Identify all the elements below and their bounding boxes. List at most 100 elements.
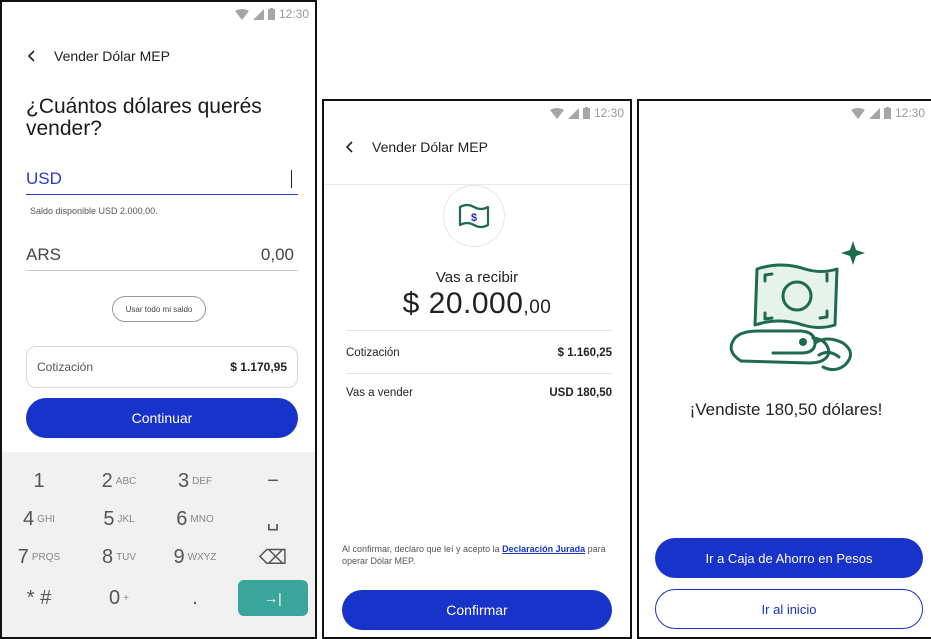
- success-message: ¡Vendiste 180,50 dólares!: [689, 400, 883, 419]
- use-all-balance-button[interactable]: Usar todo mi saldo: [112, 296, 206, 322]
- banknote-icon: $: [458, 203, 490, 229]
- usd-currency-label: USD: [26, 169, 62, 188]
- receive-amount: $ 20.000,00: [324, 287, 630, 321]
- sell-amount-row: Vas a vender USD 180,50: [346, 387, 612, 399]
- back-arrow-icon[interactable]: [24, 49, 38, 63]
- keypad-key-digit: −: [267, 469, 279, 492]
- divider: [346, 373, 612, 374]
- sworn-declaration-link[interactable]: Declaración Jurada: [502, 544, 585, 554]
- keypad-key-letters: WXYZ: [187, 551, 217, 563]
- keypad-key-letters: ABC: [115, 475, 137, 487]
- screen-amount-entry: 12:30 Vender Dólar MEP ¿Cuántos dólares …: [0, 0, 317, 639]
- confirm-button[interactable]: Confirmar: [342, 590, 612, 630]
- keypad-key-letters: MNO: [190, 513, 214, 525]
- keypad-key[interactable]: 5 JKL: [84, 501, 154, 537]
- battery-icon: [883, 107, 891, 119]
- ars-amount-value: 0,00: [260, 245, 294, 264]
- keypad-key-letters: TUV: [116, 551, 137, 563]
- keypad-key-digit: 3: [177, 469, 190, 492]
- status-bar: 12:30: [850, 105, 925, 121]
- keypad-key[interactable]: 4 GHI: [4, 501, 74, 537]
- keypad-key-digit: 1: [33, 469, 45, 492]
- status-time: 12:30: [894, 106, 925, 120]
- keypad-key[interactable]: ⌫: [238, 539, 308, 575]
- exchange-rate-value: $ 1.170,95: [230, 360, 287, 374]
- keypad-key-letters: +: [123, 592, 129, 604]
- back-arrow-icon[interactable]: [342, 140, 356, 154]
- usd-amount-input[interactable]: USD: [26, 164, 298, 195]
- ars-amount-field[interactable]: ARS 0,00: [26, 240, 298, 271]
- keypad-key[interactable]: 6 MNO: [160, 501, 230, 537]
- keypad-key[interactable]: 9 WXYZ: [160, 539, 230, 575]
- wifi-icon: [234, 8, 249, 20]
- page-title: Vender Dólar MEP: [54, 48, 170, 64]
- app-bar: Vender Dólar MEP: [24, 48, 170, 64]
- exchange-rate-value: $ 1.160,25: [557, 347, 612, 359]
- keypad-key[interactable]: 0 +: [84, 580, 154, 616]
- keypad-key[interactable]: * #: [4, 580, 74, 616]
- keypad-key-digit: 0: [109, 586, 121, 609]
- sell-amount-value: USD 180,50: [549, 387, 612, 399]
- go-home-button[interactable]: Ir al inicio: [655, 589, 923, 629]
- continue-button[interactable]: Continuar: [26, 398, 298, 438]
- available-balance-text: Saldo disponible USD 2.000,00.: [30, 206, 158, 216]
- money-badge: $: [443, 185, 505, 247]
- keypad-key[interactable]: 7 PRQS: [4, 539, 74, 575]
- ars-currency-label: ARS: [26, 245, 61, 264]
- status-time: 12:30: [278, 7, 309, 21]
- wifi-icon: [850, 107, 865, 119]
- screen-confirmation: 12:30 Vender Dólar MEP $ Vas a recibir $…: [322, 99, 632, 639]
- keypad-key-digit: 7: [17, 545, 29, 568]
- exchange-rate-label: Cotización: [37, 360, 94, 374]
- receive-amount-main: $ 20.000: [402, 287, 524, 320]
- keypad-key-digit: ⌫: [258, 546, 288, 569]
- legal-prefix: Al confirmar, declaro que leí y acepto l…: [342, 544, 500, 554]
- keypad-key-digit: 4: [23, 507, 35, 530]
- keypad-key[interactable]: 8 TUV: [84, 539, 154, 575]
- wifi-icon: [549, 107, 564, 119]
- sparkle-icon: [841, 241, 865, 265]
- status-time: 12:30: [593, 106, 624, 120]
- battery-icon: [582, 107, 590, 119]
- text-caret: [291, 170, 292, 188]
- amount-question: ¿Cuántos dólares querés vender?: [26, 95, 262, 140]
- screen-success: 12:30 ¡Vendiste 180,50 dólares! Ir a Caj…: [637, 99, 931, 639]
- keypad-key-digit: 6: [176, 507, 188, 530]
- svg-text:$: $: [471, 212, 477, 224]
- keypad-key[interactable]: .: [160, 580, 230, 616]
- keypad-key-digit: 8: [101, 545, 114, 568]
- keypad-key[interactable]: ␣: [238, 501, 308, 537]
- keypad-key-letters: JKL: [117, 513, 135, 525]
- keypad-key-digit: * #: [26, 586, 52, 609]
- divider: [346, 330, 612, 331]
- sell-amount-label: Vas a vender: [346, 387, 413, 399]
- keypad-key-digit: →|: [264, 590, 282, 606]
- app-bar: Vender Dólar MEP: [342, 139, 488, 155]
- keypad-key-digit: 5: [103, 507, 115, 530]
- status-bar: 12:30: [549, 105, 624, 121]
- keypad-key[interactable]: 3 DEF: [160, 463, 230, 499]
- keypad-key-digit: 2: [101, 469, 113, 492]
- legal-disclaimer: Al confirmar, declaro que leí y acepto l…: [342, 543, 614, 567]
- battery-icon: [267, 8, 275, 20]
- signal-icon: [252, 8, 264, 20]
- keypad-key-digit: 9: [173, 545, 185, 568]
- numeric-keypad: 1 2 ABC 3 DEF −4 GHI 5 JKL 6 MNO ␣ 7 PRQS 8 TUV 9 WXYZ ⌫ * …: [2, 452, 315, 637]
- receive-label: Vas a recibir: [435, 269, 519, 286]
- go-to-savings-account-button[interactable]: Ir a Caja de Ahorro en Pesos: [655, 538, 923, 578]
- exchange-rate-label: Cotización: [346, 347, 400, 359]
- signal-icon: [868, 107, 880, 119]
- receive-amount-cents: ,00: [523, 297, 552, 318]
- keypad-next-key[interactable]: →|: [238, 580, 308, 616]
- keypad-key-letters: GHI: [37, 513, 55, 525]
- hand-with-money-illustration: [729, 241, 865, 372]
- keypad-key-letters: DEF: [192, 475, 213, 487]
- keypad-key[interactable]: −: [238, 463, 308, 499]
- keypad-key-letters: PRQS: [31, 551, 61, 563]
- keypad-key[interactable]: 1: [4, 463, 74, 499]
- status-bar: 12:30: [234, 6, 309, 22]
- keypad-key[interactable]: 2 ABC: [84, 463, 154, 499]
- exchange-rate-box: Cotización $ 1.170,95: [26, 346, 298, 388]
- signal-icon: [567, 107, 579, 119]
- keypad-key-digit: ␣: [266, 508, 280, 531]
